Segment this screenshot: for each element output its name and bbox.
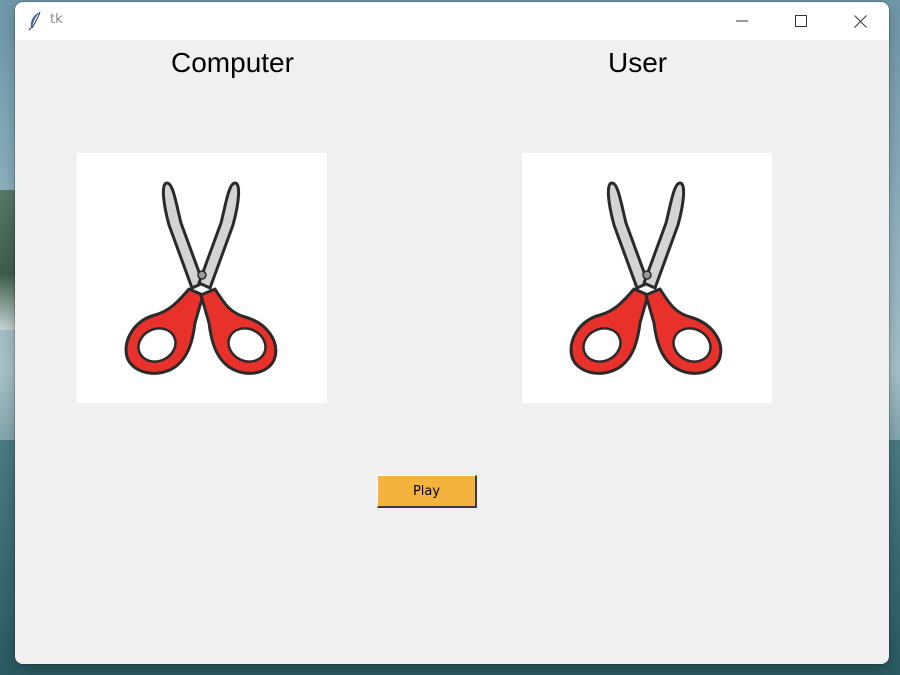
- title-bar[interactable]: tk: [15, 2, 889, 40]
- minimize-icon: [736, 20, 748, 22]
- computer-choice-image: [77, 153, 327, 403]
- maximize-button[interactable]: [772, 2, 830, 40]
- user-label: User: [608, 47, 668, 78]
- scissors-icon: [124, 181, 278, 375]
- minimize-button[interactable]: [713, 2, 771, 40]
- maximize-icon: [795, 15, 807, 27]
- play-button[interactable]: Play: [377, 475, 477, 508]
- computer-label: Computer: [171, 47, 294, 78]
- user-choice-image: [522, 153, 772, 403]
- scissors-icon: [569, 181, 723, 375]
- close-button[interactable]: [831, 2, 889, 40]
- game-area: Computer User Play: [15, 40, 889, 664]
- feather-icon: [28, 11, 41, 31]
- close-icon: [853, 14, 867, 28]
- window-title: tk: [50, 12, 63, 27]
- app-window: tk Computer User Play: [15, 2, 889, 664]
